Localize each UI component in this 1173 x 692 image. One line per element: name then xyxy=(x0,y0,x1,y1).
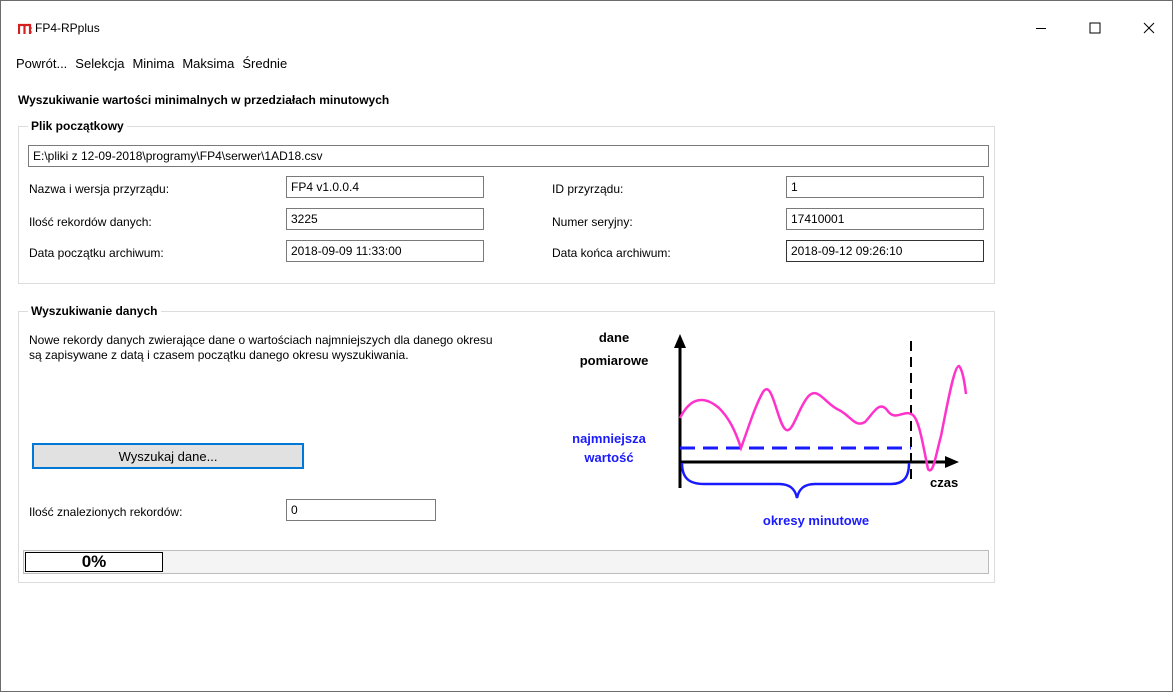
minimum-search-diagram: dane pomiarowe najmniejsza wartość czas … xyxy=(572,330,968,528)
app-window: FP4-RPplus Powrót... Selekcja Minima Mak… xyxy=(0,0,1173,692)
y-axis-label-line2: pomiarowe xyxy=(580,353,649,368)
search-group-label: Wyszukiwanie danych xyxy=(28,304,161,319)
menu-maksima[interactable]: Maksima xyxy=(178,53,238,75)
found-records-label: Ilość znalezionych rekordów: xyxy=(29,505,183,519)
minimize-icon xyxy=(1036,28,1046,29)
menu-selekcja[interactable]: Selekcja xyxy=(71,53,128,75)
y-axis-arrow-icon xyxy=(674,334,686,348)
menu-powrot[interactable]: Powrót... xyxy=(12,53,71,75)
device-name-label: Nazwa i wersja przyrządu: xyxy=(29,182,170,196)
file-group-label: Plik początkowy xyxy=(28,119,127,134)
close-icon xyxy=(1143,22,1155,34)
serial-label: Numer seryjny: xyxy=(552,215,633,229)
period-brace xyxy=(680,462,911,499)
archive-start-label: Data początku archiwum: xyxy=(29,246,164,260)
records-label: Ilość rekordów danych: xyxy=(29,215,152,229)
device-id-label: ID przyrządu: xyxy=(552,182,624,196)
menu-minima[interactable]: Minima xyxy=(128,53,178,75)
archive-end-label: Data końca archiwum: xyxy=(552,246,671,260)
device-id-field[interactable]: 1 xyxy=(786,176,984,198)
maximize-button[interactable] xyxy=(1072,12,1118,44)
records-field[interactable]: 3225 xyxy=(286,208,484,230)
archive-start-field[interactable]: 2018-09-09 11:33:00 xyxy=(286,240,484,262)
window-title: FP4-RPplus xyxy=(35,21,100,35)
archive-end-field[interactable]: 2018-09-12 09:26:10 xyxy=(786,240,984,262)
min-label-line2: wartość xyxy=(583,450,633,465)
signal-curve xyxy=(678,364,968,472)
progress-value: 0% xyxy=(25,552,163,572)
page-title: Wyszukiwanie wartości minimalnych w prze… xyxy=(18,93,390,107)
maximize-icon xyxy=(1089,22,1101,34)
x-axis-label: czas xyxy=(930,475,958,490)
title-bar: FP4-RPplus xyxy=(1,1,1172,47)
close-button[interactable] xyxy=(1126,12,1172,44)
progress-bar: 0% xyxy=(23,550,989,574)
minimize-button[interactable] xyxy=(1018,12,1064,44)
found-records-field[interactable]: 0 xyxy=(286,499,436,521)
search-description: Nowe rekordy danych zwierające dane o wa… xyxy=(29,333,493,362)
serial-field[interactable]: 17410001 xyxy=(786,208,984,230)
file-group: Plik początkowy E:\pliki z 12-09-2018\pr… xyxy=(18,119,995,284)
menu-srednie[interactable]: Średnie xyxy=(238,53,291,75)
period-label: okresy minutowe xyxy=(763,513,869,528)
menu-bar: Powrót... Selekcja Minima Maksima Średni… xyxy=(1,53,291,75)
min-label-line1: najmniejsza xyxy=(572,431,646,446)
search-data-button[interactable]: Wyszukaj dane... xyxy=(32,443,304,469)
app-logo-icon xyxy=(18,23,32,34)
y-axis-label-line1: dane xyxy=(599,330,629,345)
file-path-field[interactable]: E:\pliki z 12-09-2018\programy\FP4\serwe… xyxy=(28,145,989,167)
x-axis-arrow-icon xyxy=(945,456,959,468)
device-name-field[interactable]: FP4 v1.0.0.4 xyxy=(286,176,484,198)
